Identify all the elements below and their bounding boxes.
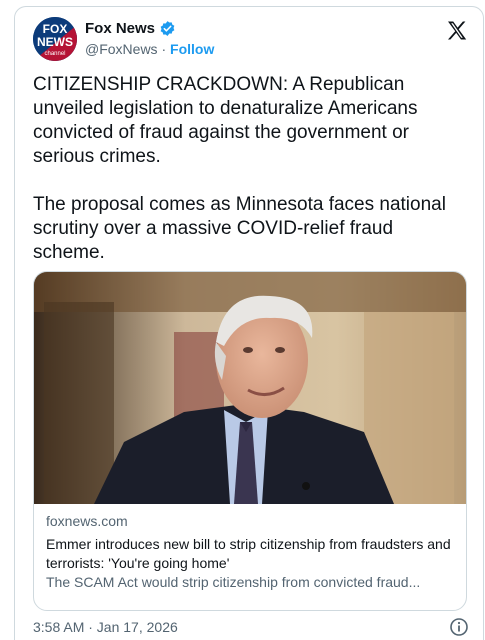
tweet-header: FOX NEWS channel Fox News @FoxNews · Fol… xyxy=(33,17,473,63)
handle[interactable]: @FoxNews xyxy=(85,41,158,57)
tweet-card: FOX NEWS channel Fox News @FoxNews · Fol… xyxy=(14,6,484,640)
x-logo-icon[interactable] xyxy=(445,19,469,48)
handle-line: @FoxNews · Follow xyxy=(85,41,214,57)
avatar-text-2: NEWS xyxy=(37,35,73,49)
avatar-text-3: channel xyxy=(44,51,65,57)
link-domain: foxnews.com xyxy=(46,513,128,529)
link-description: The SCAM Act would strip citizenship fro… xyxy=(46,574,421,590)
display-name[interactable]: Fox News xyxy=(85,20,155,37)
avatar-text-1: FOX xyxy=(43,22,68,36)
link-meta: foxnews.com Emmer introduces new bill to… xyxy=(46,512,456,592)
info-icon[interactable] xyxy=(449,617,469,640)
tweet-text: CITIZENSHIP CRACKDOWN: A Republican unve… xyxy=(33,74,446,263)
tweet-footer: 3:58 AM · Jan 17, 2026 xyxy=(33,618,469,636)
link-headline: Emmer introduces new bill to strip citiz… xyxy=(46,536,451,571)
follow-button[interactable]: Follow xyxy=(170,41,214,57)
name-line: Fox News xyxy=(85,20,176,37)
avatar[interactable]: FOX NEWS channel xyxy=(33,17,77,61)
separator: · xyxy=(161,41,167,57)
article-photo xyxy=(34,272,466,504)
timestamp[interactable]: 3:58 AM · Jan 17, 2026 xyxy=(33,619,178,635)
verified-badge-icon xyxy=(159,20,176,37)
link-card[interactable]: foxnews.com Emmer introduces new bill to… xyxy=(33,271,467,611)
